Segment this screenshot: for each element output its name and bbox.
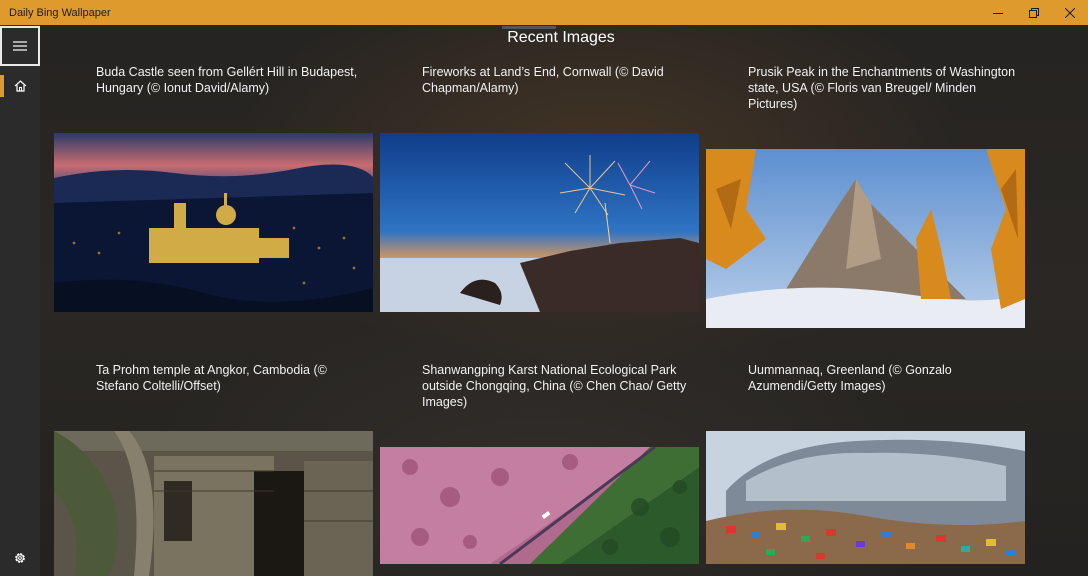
wallpaper-thumbnail[interactable] [54, 133, 373, 312]
wallpaper-thumbnail[interactable] [54, 431, 373, 576]
close-button[interactable] [1052, 0, 1088, 25]
karst-park-aerial-image [380, 447, 699, 564]
uummannaq-greenland-image [706, 431, 1025, 564]
fireworks-image [380, 133, 699, 312]
image-caption: Uummannaq, Greenland (© Gonzalo Azumendi… [748, 363, 952, 393]
image-caption: Buda Castle seen from Gellért Hill in Bu… [96, 65, 358, 95]
hamburger-menu-icon [13, 41, 27, 51]
settings-button[interactable] [0, 546, 40, 570]
close-icon [1065, 7, 1075, 18]
wallpaper-thumbnail[interactable] [706, 431, 1025, 564]
main-content: Recent Images Buda Castle seen from Gell… [40, 25, 1088, 576]
budapest-night-image [54, 133, 373, 312]
prusik-peak-image [706, 149, 1025, 328]
nav-sidebar [0, 25, 40, 576]
wallpaper-thumbnail[interactable] [380, 447, 699, 564]
window-controls [980, 0, 1088, 25]
image-caption: Shanwangping Karst National Ecological P… [422, 363, 687, 409]
ta-prohm-temple-image [54, 431, 373, 576]
sidebar-item-home[interactable] [0, 75, 40, 97]
selection-indicator [0, 75, 4, 97]
minimize-button[interactable] [980, 0, 1016, 25]
restore-icon [1029, 7, 1039, 18]
menu-button[interactable] [0, 26, 40, 66]
image-caption: Fireworks at Land’s End, Cornwall (© Dav… [422, 65, 664, 95]
image-caption: Ta Prohm temple at Angkor, Cambodia (© S… [96, 363, 327, 393]
wallpaper-thumbnail[interactable] [380, 133, 699, 312]
image-caption: Prusik Peak in the Enchantments of Washi… [748, 65, 1016, 111]
wallpaper-thumbnail[interactable] [706, 149, 1025, 328]
minimize-icon [993, 12, 1003, 14]
title-bar: Daily Bing Wallpaper [0, 0, 1088, 25]
home-icon [14, 80, 26, 92]
gear-icon [15, 553, 25, 563]
window-title: Daily Bing Wallpaper [9, 6, 111, 19]
restore-button[interactable] [1016, 0, 1052, 25]
page-title: Recent Images [507, 29, 615, 46]
